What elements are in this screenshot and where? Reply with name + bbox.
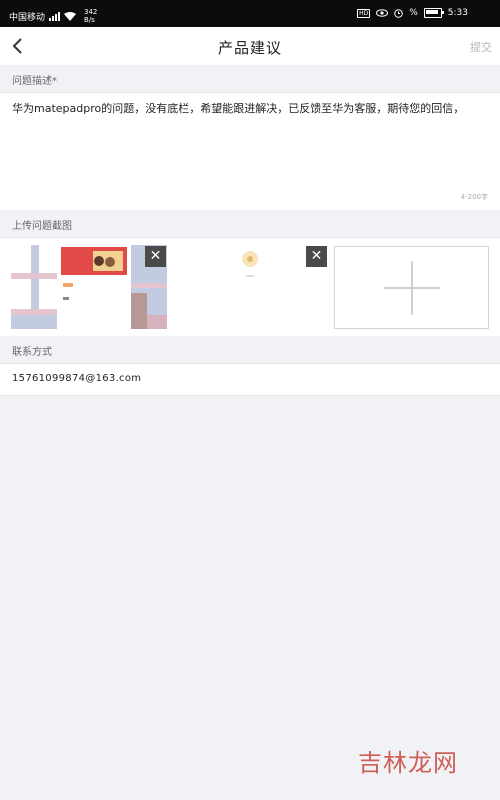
watermark-logo: 吉林龙网 [358,749,458,777]
section-problem-description: 问题描述* [0,65,500,92]
page-title: 产品建议 [217,39,282,57]
signal-icon [49,11,61,21]
contact-value[interactable]: 15761099874@163.com [12,373,141,384]
contact-input[interactable]: 15761099874@163.com [0,363,500,396]
status-right: HD % 5:33 [357,8,468,18]
problem-section-label: 问题描述* [12,76,57,87]
screenshot-thumbnail-image [11,245,167,329]
eye-comfort-icon [376,9,389,17]
contact-section-label: 联系方式 [12,347,52,358]
upload-section-label: 上传问题截图 [12,221,72,232]
screenshot-thumbnail-image [172,245,328,329]
net-speed-value: 342 [84,8,98,16]
screenshot-upload-area: ✕ ✕ [0,237,500,337]
battery-icon [423,8,444,18]
status-left: 中国移动 342 B/s [9,8,97,24]
screenshot-thumbnail[interactable] [11,245,167,329]
carrier-label: 中国移动 [9,12,46,23]
alarm-icon [394,8,404,18]
remove-screenshot-close-icon[interactable]: ✕ [306,246,327,267]
net-speed: 342 B/s [84,8,97,24]
screenshot-thumbnail[interactable] [172,245,328,329]
problem-description-textarea[interactable]: 华为matepadpro的问题，没有底栏，希望能跟进解决，已反馈至华为客服，期待… [0,92,500,211]
battery-percent: % [409,8,418,18]
submit-button[interactable]: 提交 [470,39,492,55]
char-count: 4-200字 [460,193,488,201]
hd-badge: HD [357,8,371,18]
section-upload-screenshots: 上传问题截图 [0,210,500,237]
nav-bar: 产品建议 提交 [0,27,500,66]
section-contact: 联系方式 [0,336,500,363]
problem-description-text[interactable]: 华为matepadpro的问题，没有底栏，希望能跟进解决，已反馈至华为客服，期待… [12,101,488,117]
clock: 5:33 [447,8,468,18]
net-speed-unit: B/s [84,16,95,24]
wifi-icon [64,11,77,21]
status-bar: 中国移动 342 B/s HD % 5:33 [0,0,500,27]
add-screenshot-plus-icon[interactable] [334,246,489,329]
remove-screenshot-close-icon[interactable]: ✕ [145,246,166,267]
